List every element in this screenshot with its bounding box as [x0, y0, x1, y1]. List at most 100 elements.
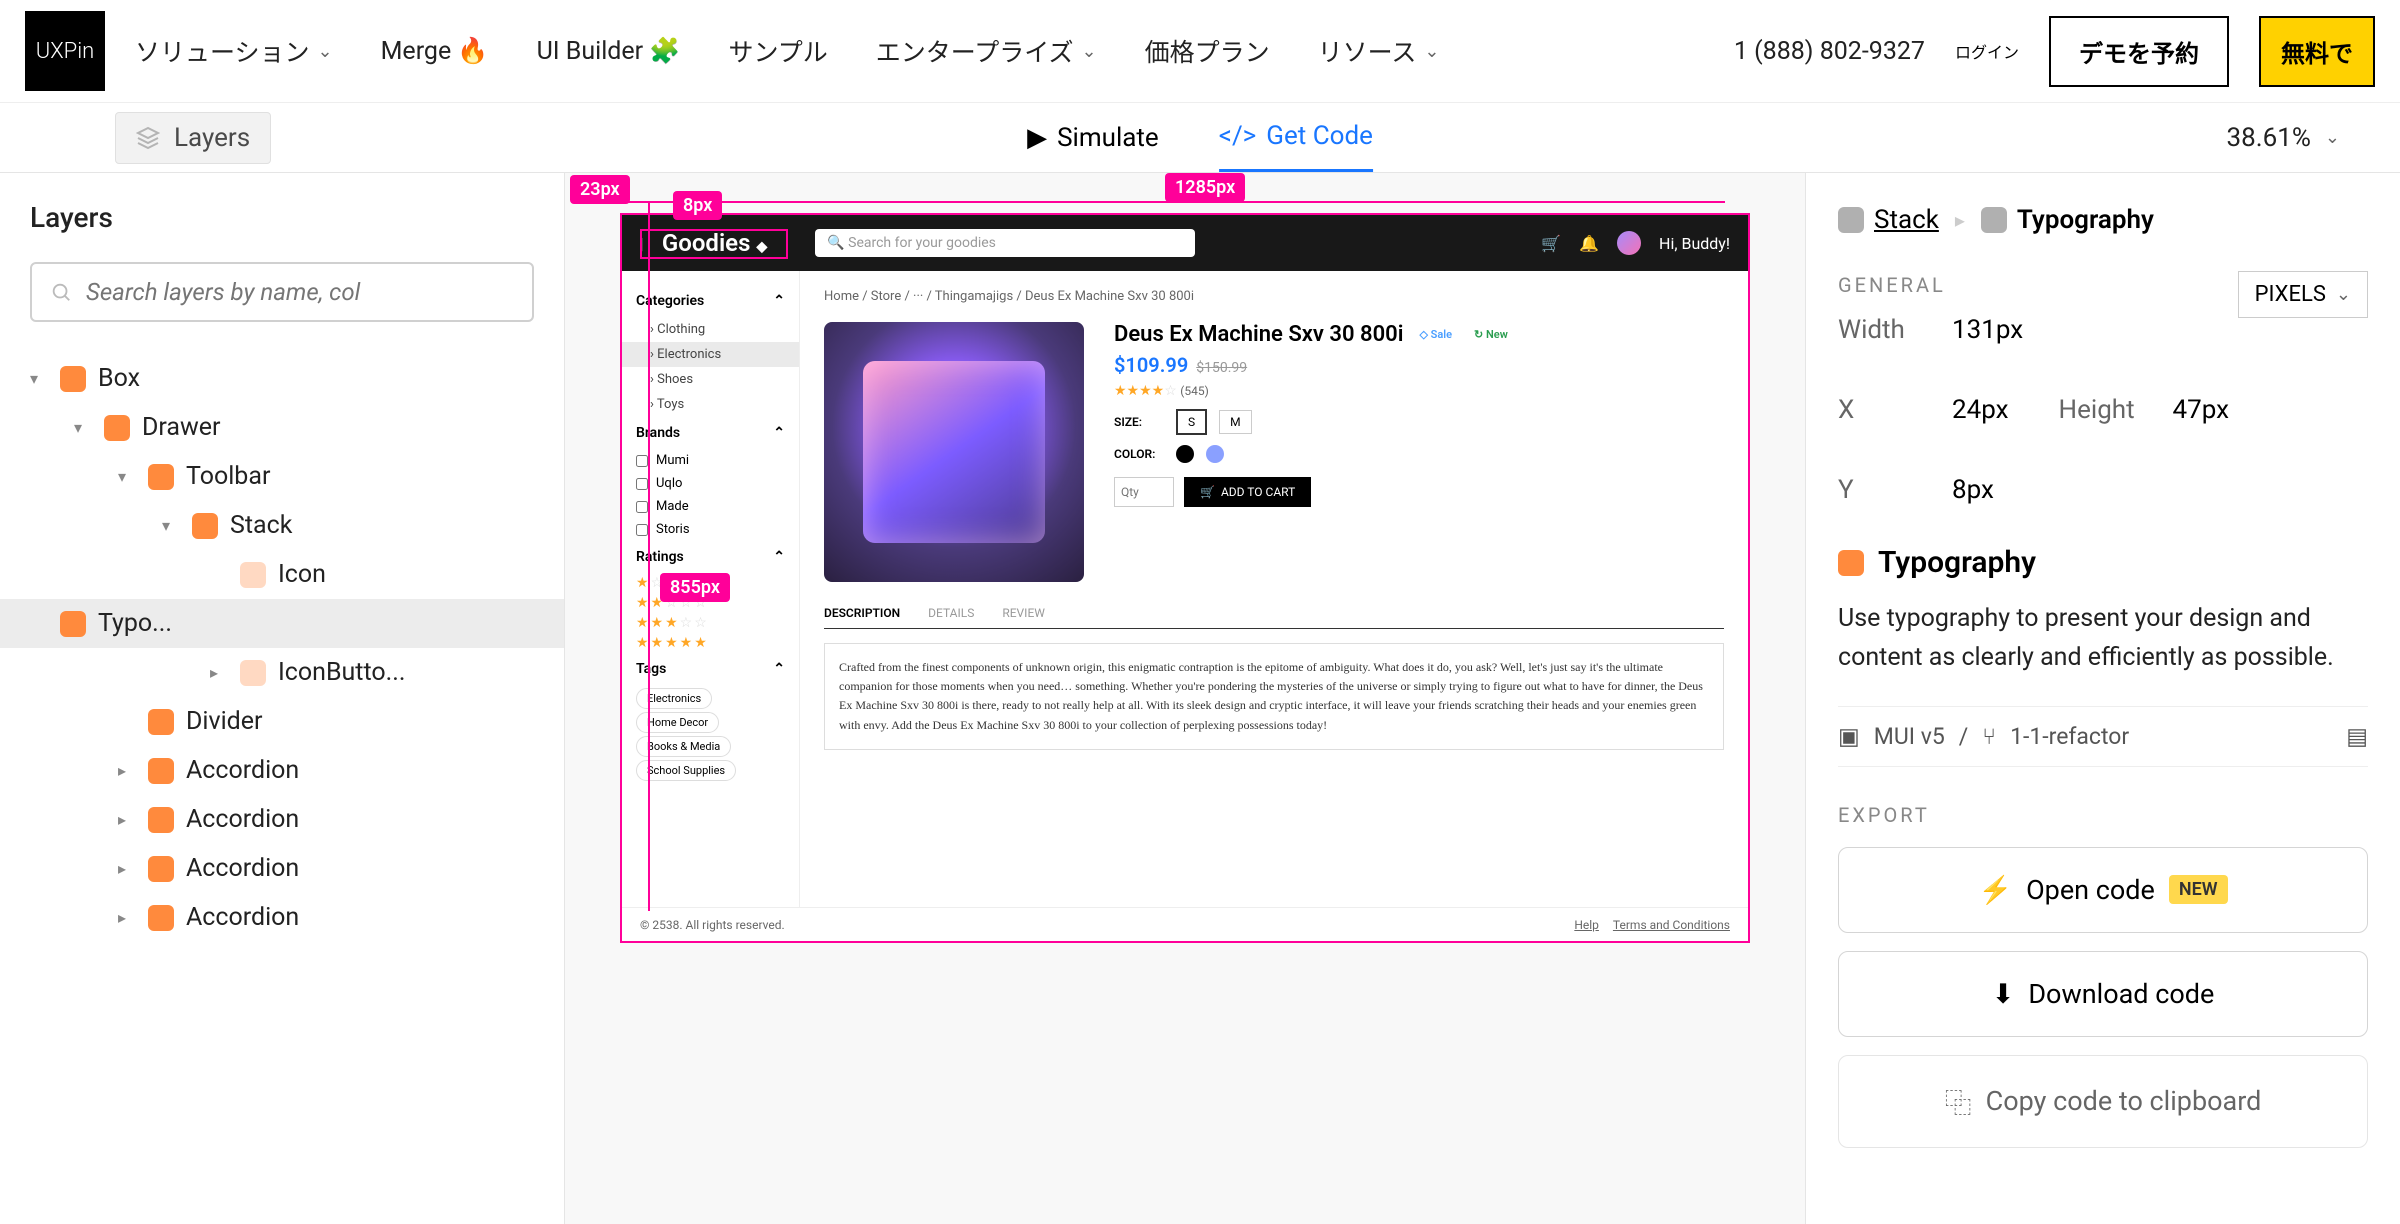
nav-resources[interactable]: リソース⌄	[1318, 33, 1440, 69]
tag-school[interactable]: School Supplies	[636, 760, 736, 781]
sidebar-cat-toys[interactable]: › Toys	[636, 392, 785, 417]
nav-pricing[interactable]: 価格プラン	[1145, 33, 1270, 69]
brand-made[interactable]: Made	[636, 495, 785, 518]
sidebar-categories-header[interactable]: Categories⌃	[636, 285, 785, 317]
chevron-down-icon: ⌄	[318, 41, 333, 62]
dimensions: Width131px X24px Height47px Y8px	[1838, 315, 2238, 505]
brand-mumi[interactable]: Mumi	[636, 449, 785, 472]
sale-badge: ◇ Sale	[1413, 326, 1458, 343]
sidebar-cat-shoes[interactable]: › Shoes	[636, 367, 785, 392]
tree-label: Icon	[278, 560, 326, 589]
product-image[interactable]	[824, 322, 1084, 582]
color-blue[interactable]	[1206, 445, 1224, 463]
sidebar-cat-clothing[interactable]: › Clothing	[636, 317, 785, 342]
rating-5[interactable]: ★★★★★	[636, 633, 785, 653]
cart-icon[interactable]: 🛒	[1541, 234, 1561, 253]
add-to-cart-button[interactable]: 🛒 ADD TO CART	[1184, 477, 1311, 507]
height-label: Height	[2059, 395, 2149, 425]
color-label: COLOR:	[1114, 447, 1164, 461]
nav-merge[interactable]: Merge 🔥	[381, 37, 489, 66]
sidebar-ratings-header[interactable]: Ratings⌃	[636, 541, 785, 573]
tree-row-accordion[interactable]: ▸Accordion	[30, 844, 534, 893]
tag-books[interactable]: Books & Media	[636, 736, 731, 757]
layers-search-input[interactable]	[86, 278, 514, 306]
branch-name[interactable]: 1-1-refactor	[2010, 723, 2129, 750]
tree-row-typo[interactable]: Typo...	[0, 599, 564, 648]
design-canvas[interactable]: | Goodies ◆ 🔍 Search for your goodies 🛒 …	[620, 213, 1750, 943]
tree-label: Box	[98, 364, 140, 393]
download-code-button[interactable]: ⬇ Download code	[1838, 951, 2368, 1037]
tab-description[interactable]: DESCRIPTION	[824, 606, 900, 620]
tab-get-code[interactable]: </> Get Code	[1219, 103, 1373, 172]
layers-search[interactable]	[30, 262, 534, 322]
sidebar-brands-header[interactable]: Brands⌃	[636, 417, 785, 449]
color-black[interactable]	[1176, 445, 1194, 463]
tree-row-stack[interactable]: ▾Stack	[30, 501, 534, 550]
mock-topbar: | Goodies ◆ 🔍 Search for your goodies 🛒 …	[622, 215, 1748, 271]
tree-label: Accordion	[186, 756, 299, 785]
tree-row-drawer[interactable]: ▾Drawer	[30, 403, 534, 452]
measure-left: 23px	[570, 175, 630, 204]
tab-review[interactable]: REVIEW	[1002, 606, 1045, 620]
component-icon	[60, 611, 86, 637]
tab-details[interactable]: DETAILS	[928, 606, 974, 620]
avatar[interactable]	[1617, 231, 1641, 255]
tree-row-divider[interactable]: Divider	[30, 697, 534, 746]
copy-code-button[interactable]: ⿻ Copy code to clipboard	[1838, 1055, 2368, 1148]
height-value: 47px	[2173, 395, 2230, 425]
unit-selector[interactable]: PIXELS⌄	[2238, 271, 2368, 318]
nav-enterprise[interactable]: エンタープライズ⌄	[876, 33, 1097, 69]
free-trial-button[interactable]: 無料で	[2259, 16, 2375, 87]
divider-icon: |	[640, 234, 644, 253]
logo[interactable]: UXPin	[25, 11, 105, 91]
chevron-down-icon: ⌄	[2325, 127, 2340, 148]
footer-terms[interactable]: Terms and Conditions	[1613, 918, 1730, 932]
layers-label: Layers	[174, 123, 250, 153]
layers-toggle-button[interactable]: Layers	[115, 112, 271, 164]
breadcrumb[interactable]: Home / Store / ··· / Thingamajigs / Deus…	[824, 289, 1724, 304]
tree-chevron-icon: ▾	[30, 369, 48, 388]
nav-samples[interactable]: サンプル	[728, 33, 827, 69]
tree-row-accordion[interactable]: ▸Accordion	[30, 893, 534, 942]
library-name[interactable]: MUI v5	[1874, 723, 1945, 750]
login-link[interactable]: ログイン	[1955, 39, 2019, 63]
footer-help[interactable]: Help	[1574, 918, 1599, 932]
nav-solutions[interactable]: ソリューション⌄	[135, 33, 333, 69]
open-code-button[interactable]: ⚡ Open code NEW	[1838, 847, 2368, 933]
path-typography[interactable]: Typography	[1981, 205, 2154, 235]
layers-panel: Layers ▾Box▾Drawer▾Toolbar▾StackIconTypo…	[0, 173, 565, 1224]
qty-input[interactable]	[1114, 477, 1174, 507]
size-s[interactable]: S	[1176, 409, 1207, 435]
getcode-label: Get Code	[1266, 121, 1373, 151]
layers-icon	[136, 126, 160, 150]
brand-storis[interactable]: Storis	[636, 518, 785, 541]
size-m[interactable]: M	[1219, 410, 1251, 434]
price-old: $150.99	[1196, 360, 1247, 376]
tree-row-icon[interactable]: Icon	[30, 550, 534, 599]
tree-row-toolbar[interactable]: ▾Toolbar	[30, 452, 534, 501]
rating-3[interactable]: ★★★☆☆	[636, 613, 785, 633]
tree-row-accordion[interactable]: ▸Accordion	[30, 746, 534, 795]
mock-footer: © 2538. All rights reserved. HelpTerms a…	[622, 907, 1748, 941]
tree-row-box[interactable]: ▾ Box	[30, 354, 534, 403]
tab-simulate[interactable]: ▶ Simulate	[1027, 103, 1159, 172]
tree-chevron-icon: ▾	[118, 467, 136, 486]
play-icon: ▶	[1027, 123, 1047, 153]
brand-uqlo[interactable]: Uqlo	[636, 472, 785, 495]
mock-search[interactable]: 🔍 Search for your goodies	[815, 229, 1195, 257]
book-demo-button[interactable]: デモを予約	[2049, 16, 2229, 87]
docs-icon[interactable]: ▤	[2346, 723, 2368, 750]
path-stack[interactable]: Stack	[1838, 205, 1939, 235]
tree-label: Drawer	[142, 413, 221, 442]
bell-icon[interactable]: 🔔	[1579, 234, 1599, 253]
canvas-area[interactable]: 23px 8px 1285px 855px | Goodies ◆ 🔍 Sear…	[565, 173, 1805, 1224]
nav-uibuilder[interactable]: UI Builder 🧩	[537, 37, 681, 66]
phone-number[interactable]: 1 (888) 802-9327	[1734, 37, 1925, 66]
sidebar-tags-header[interactable]: Tags⌃	[636, 653, 785, 685]
zoom-control[interactable]: 38.61% ⌄	[2227, 123, 2340, 153]
component-icon	[60, 366, 86, 392]
price: $109.99	[1114, 353, 1188, 377]
tree-row-iconbutto[interactable]: ▸IconButto...	[30, 648, 534, 697]
tree-row-accordion[interactable]: ▸Accordion	[30, 795, 534, 844]
product-rating[interactable]: ★★★★☆ (545)	[1114, 383, 1514, 399]
